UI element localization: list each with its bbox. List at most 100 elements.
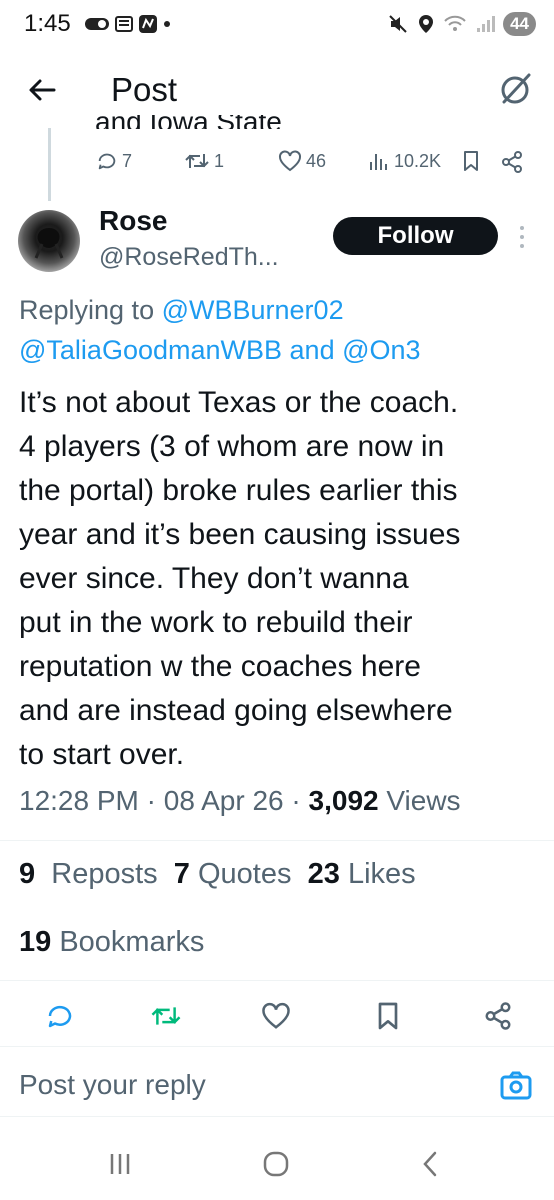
location-status-icon (419, 15, 434, 33)
divider (0, 1116, 554, 1117)
views-label: Views (386, 785, 461, 816)
chevron-left-icon (423, 1151, 437, 1177)
post-body-line: year and it’s been causing issues (19, 518, 461, 551)
reposts-count: 9 (19, 858, 36, 890)
parent-like-count: 46 (306, 150, 327, 171)
battery-indicator: 44 (503, 12, 536, 36)
likes-count: 23 (307, 858, 340, 890)
like-button[interactable] (256, 996, 296, 1036)
engagement-stats: 9 Reposts 7 Quotes 23 Likes (19, 858, 416, 891)
post-body-line: reputation w the coaches here (19, 650, 421, 683)
replying-to-line-1: Replying to @WBBurner02 (19, 290, 539, 330)
more-options-button[interactable] (516, 222, 528, 252)
post-date[interactable]: 08 Apr 26 (164, 785, 284, 816)
status-system-icons: 44 (387, 12, 536, 36)
recent-apps-icon (110, 1154, 130, 1174)
system-back-button[interactable] (405, 1146, 455, 1182)
back-button[interactable] (22, 70, 62, 110)
page-title: Post (111, 71, 178, 108)
parent-reply-count: 7 (122, 150, 133, 171)
mention-link[interactable]: @On3 (342, 335, 420, 365)
home-button[interactable] (251, 1146, 301, 1182)
post-body-line: to start over. (19, 738, 185, 771)
replying-to-line-2: @TaliaGoodmanWBB and @On3 (19, 330, 539, 370)
camera-button[interactable] (498, 1068, 534, 1104)
likes-stat[interactable]: 23 Likes (308, 858, 416, 890)
like-icon (262, 1002, 290, 1029)
grok-button[interactable] (496, 70, 534, 108)
parent-reply-button[interactable]: 7 (96, 150, 132, 172)
parent-post-cut-text: and Iowa State (95, 115, 355, 129)
wifi-status-icon (444, 15, 466, 31)
thread-line (48, 128, 51, 201)
news-status-icon (115, 16, 133, 32)
recent-apps-button[interactable] (95, 1146, 145, 1182)
views-icon (370, 154, 387, 170)
parent-bookmark-button[interactable] (462, 150, 480, 172)
status-notification-icons (84, 14, 172, 34)
home-icon (263, 1151, 289, 1177)
likes-label: Likes (347, 858, 416, 890)
parent-repost-button[interactable]: 1 (184, 150, 224, 172)
post-actions (0, 996, 554, 1036)
reply-icon (98, 153, 116, 170)
parent-repost-count: 1 (214, 150, 225, 171)
avatar[interactable] (18, 210, 80, 272)
mention-link[interactable]: @WBBurner02 (162, 295, 344, 325)
reply-icon (48, 1005, 72, 1028)
mention-joiner: and (289, 335, 335, 365)
replying-to: Replying to @WBBurner02 @TaliaGoodmanWBB… (19, 290, 539, 370)
signal-status-icon (477, 16, 496, 32)
parent-like-button[interactable]: 46 (278, 150, 326, 172)
status-time: 1:45 (24, 10, 71, 37)
bookmarks-label: Bookmarks (59, 926, 205, 958)
dot-status-icon (164, 21, 170, 27)
reply-button[interactable] (40, 996, 80, 1036)
grok-icon (501, 73, 531, 104)
post-meta: 12:28 PM · 08 Apr 26 · 3,092 Views (19, 785, 549, 817)
quotes-stat[interactable]: 7 Quotes (174, 858, 292, 890)
camera-icon (500, 1071, 532, 1100)
post-body-line: put in the work to rebuild their (19, 606, 413, 639)
meta-separator: · (291, 785, 301, 816)
like-icon (279, 150, 301, 172)
reply-input[interactable]: Post your reply (19, 1069, 206, 1101)
post-body-line: It’s not about Texas or the coach. (19, 386, 459, 419)
system-nav-bar (0, 1118, 554, 1200)
quotes-label: Quotes (197, 858, 292, 890)
display-name[interactable]: Rose (99, 205, 167, 237)
post-body-line: ever since. They don’t wanna (19, 562, 409, 595)
repost-icon (151, 1007, 181, 1025)
parent-share-button[interactable] (500, 150, 524, 174)
back-arrow-icon (29, 79, 56, 101)
rose-avatar-icon (34, 228, 64, 259)
quotes-count: 7 (173, 858, 190, 890)
bookmark-icon (378, 1002, 398, 1030)
post-time[interactable]: 12:28 PM (19, 785, 139, 816)
mute-status-icon (389, 15, 407, 33)
parent-post-actions: 7 1 46 10.2K (96, 150, 536, 180)
post-body-line: and are instead going elsewhere (19, 694, 453, 727)
share-button[interactable] (478, 996, 518, 1036)
bookmark-icon (464, 151, 478, 171)
bookmark-button[interactable] (368, 996, 408, 1036)
bookmarks-stat[interactable]: 19 Bookmarks (19, 926, 204, 959)
post-body-line: 4 players (3 of whom are now in (19, 430, 445, 463)
parent-views-button[interactable]: 10.2K (368, 150, 441, 172)
more-vertical-icon (520, 226, 524, 248)
user-handle[interactable]: @RoseRedTh... (99, 243, 279, 272)
status-bar: 1:45 44 (0, 0, 554, 52)
reposts-stat[interactable]: 9 Reposts (19, 858, 158, 890)
share-icon (485, 1002, 511, 1030)
mention-link[interactable]: @TaliaGoodmanWBB (19, 335, 282, 365)
divider (0, 840, 554, 841)
reposts-label: Reposts (51, 858, 158, 890)
bookmarks-count: 19 (19, 926, 52, 958)
parent-views-count: 10.2K (394, 150, 442, 171)
toggle-status-icon (85, 18, 109, 30)
post-body-line: the portal) broke rules earlier this (19, 474, 458, 507)
repost-button[interactable] (146, 996, 186, 1036)
post-body: It’s not about Texas or the coach. 4 pla… (19, 381, 539, 777)
follow-button[interactable]: Follow (333, 217, 498, 255)
divider (0, 980, 554, 981)
